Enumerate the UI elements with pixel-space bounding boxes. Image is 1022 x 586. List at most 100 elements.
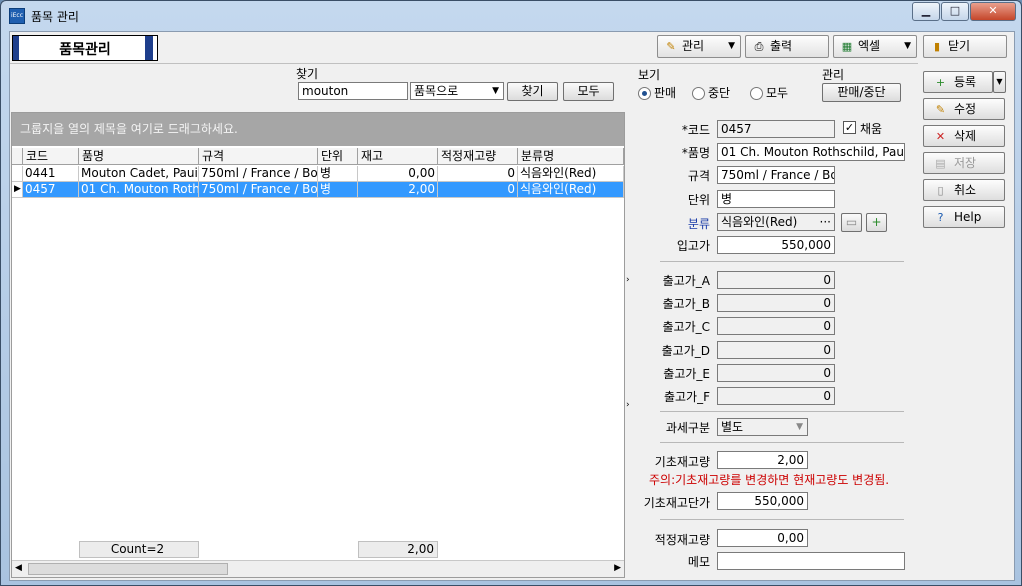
table-cell[interactable]: 0,00 [358, 166, 438, 182]
client-area: 품목관리 ✎ 관리 ▼ ⎙ 출력 ▦ 엑셀 ▼ ▮ 닫기 찾기 품목으로 ▼ 찾… [9, 31, 1015, 581]
expand-right-icon[interactable]: › [626, 275, 630, 285]
cancel-label: 취소 [954, 183, 977, 197]
out-price-c-label: 출고가_C [662, 320, 711, 334]
code-field[interactable]: 0457 [717, 120, 835, 138]
table-cell[interactable]: 식음와인(Red) [518, 182, 624, 198]
view-radio-all[interactable]: 모두 [750, 86, 788, 100]
column-header-spec[interactable]: 규격 [199, 148, 318, 165]
use-checkbox-label: 채움 [860, 122, 883, 136]
column-header-code[interactable]: 코드 [23, 148, 79, 165]
delete-button[interactable]: ✕ 삭제 [923, 125, 1005, 147]
show-all-button[interactable]: 모두 [563, 82, 614, 101]
column-header-proper-stock[interactable]: 적정재고량 [438, 148, 518, 165]
tax-label: 과세구분 [665, 421, 710, 435]
out-price-f-label: 출고가_F [663, 390, 710, 404]
search-mode-select[interactable]: 품목으로 ▼ [410, 82, 504, 100]
excel-menu-button[interactable]: ▦ 엑셀 ▼ [833, 35, 917, 58]
table-cell[interactable]: 식음와인(Red) [518, 166, 624, 182]
current-row-arrow-icon[interactable]: ▶ [12, 182, 23, 198]
section-divider [660, 411, 904, 412]
init-price-field[interactable]: 550,000 [717, 492, 808, 510]
help-button[interactable]: ? Help [923, 206, 1005, 228]
form-title: 품목관리 [59, 42, 111, 58]
out-price-f-field[interactable]: 0 [717, 387, 835, 405]
expand-right-icon[interactable]: › [626, 400, 630, 410]
tax-select[interactable]: 별도 ▼ [717, 418, 808, 436]
out-price-e-field[interactable]: 0 [717, 364, 835, 382]
column-header-name[interactable]: 품명 [79, 148, 199, 165]
table-cell[interactable]: 01 Ch. Mouton Rothschild [79, 182, 199, 198]
horizontal-scrollbar[interactable]: ◀ ▶ [12, 560, 624, 577]
manage-menu-button[interactable]: ✎ 관리 ▼ [657, 35, 741, 58]
close-button[interactable]: ▮ 닫기 [923, 35, 1007, 58]
category-lookup-icon[interactable]: ··· [820, 214, 831, 230]
category-add-button[interactable]: + [866, 213, 887, 232]
delete-label: 삭제 [954, 129, 977, 143]
column-header-category[interactable]: 분류명 [518, 148, 624, 165]
table-cell[interactable]: 0457 [23, 182, 79, 198]
view-radio-stopped[interactable]: 중단 [692, 86, 730, 100]
init-stock-warning: 주의:기초재고량를 변경하면 현재고량도 변경됨. [649, 473, 890, 487]
table-cell[interactable]: 750ml / France / Bordeaux [199, 166, 318, 182]
table-cell[interactable]: 750ml / France / Bordeaux [199, 182, 318, 198]
out-price-d-field[interactable]: 0 [717, 341, 835, 359]
out-price-c-field[interactable]: 0 [717, 317, 835, 335]
sale-stop-toggle-button[interactable]: 판매/중단 [822, 83, 901, 102]
column-header-stock[interactable]: 재고 [358, 148, 438, 165]
memo-field[interactable] [717, 552, 905, 570]
spec-label: 규격 [687, 169, 710, 183]
view-radio-sale[interactable]: 판매 [638, 86, 676, 100]
category-label[interactable]: 분류 [650, 215, 710, 232]
save-icon: ▤ [935, 157, 946, 170]
delete-document-icon: ✕ [935, 130, 946, 143]
init-stock-field[interactable]: 2,00 [717, 451, 808, 469]
scrollbar-thumb[interactable] [28, 563, 228, 575]
row-indicator-header[interactable] [12, 148, 23, 165]
manage-label: 관리 [682, 39, 705, 53]
register-label: 등록 [954, 75, 977, 89]
form-title-box: 품목관리 [12, 35, 158, 61]
table-cell[interactable]: 병 [318, 182, 358, 198]
maximize-button[interactable]: □ [941, 2, 969, 21]
edit-button[interactable]: ✎ 수정 [923, 98, 1005, 120]
table-cell[interactable]: 2,00 [358, 182, 438, 198]
close-window-button[interactable]: ✕ [970, 2, 1016, 21]
out-price-a-field[interactable]: 0 [717, 271, 835, 289]
close-label: 닫기 [948, 39, 971, 53]
unit-field[interactable]: 병 [717, 190, 835, 208]
register-dropdown-button[interactable]: ▼ [993, 71, 1006, 93]
table-cell[interactable]: Mouton Cadet, Pauillac [79, 166, 199, 182]
pencil-icon: ✎ [666, 40, 676, 53]
help-label: Help [954, 210, 982, 224]
spec-field[interactable]: 750ml / France / Bordeaux [717, 166, 835, 184]
proper-stock-field[interactable]: 0,00 [717, 529, 808, 547]
cancel-button[interactable]: ▯ 취소 [923, 179, 1005, 201]
use-checkbox[interactable]: ✓ [843, 121, 856, 134]
register-button[interactable]: + 등록 [923, 71, 993, 93]
chevron-down-icon: ▼ [728, 41, 735, 51]
table-cell[interactable]: 0 [438, 182, 518, 198]
table-cell[interactable]: 병 [318, 166, 358, 182]
search-input[interactable] [298, 82, 408, 100]
category-clear-button[interactable]: ▭ [841, 213, 862, 232]
out-price-a-label: 출고가_A [662, 274, 710, 288]
in-price-field[interactable]: 550,000 [717, 236, 835, 254]
row-indicator[interactable] [12, 166, 23, 182]
category-field[interactable]: 식음와인(Red) ··· [717, 213, 835, 231]
table-cell[interactable]: 0441 [23, 166, 79, 182]
minimize-button[interactable]: ▁ [912, 2, 940, 21]
column-header-unit[interactable]: 단위 [318, 148, 358, 165]
name-field[interactable]: 01 Ch. Mouton Rothschild, Pauillac [717, 143, 905, 161]
group-by-drop-area[interactable]: 그룹지을 열의 제목을 여기로 드래그하세요. [12, 113, 624, 146]
scroll-left-icon[interactable]: ◀ [15, 563, 22, 573]
edit-pencil-icon: ✎ [935, 103, 946, 116]
out-price-e-label: 출고가_E [663, 367, 710, 381]
save-button[interactable]: ▤ 저장 [923, 152, 1005, 174]
search-mode-value: 품목으로 [414, 84, 459, 98]
table-cell[interactable]: 0 [438, 166, 518, 182]
out-price-b-field[interactable]: 0 [717, 294, 835, 312]
find-button[interactable]: 찾기 [507, 82, 558, 101]
name-label: *품명 [681, 146, 710, 160]
scroll-right-icon[interactable]: ▶ [614, 563, 621, 573]
print-button[interactable]: ⎙ 출력 [745, 35, 829, 58]
